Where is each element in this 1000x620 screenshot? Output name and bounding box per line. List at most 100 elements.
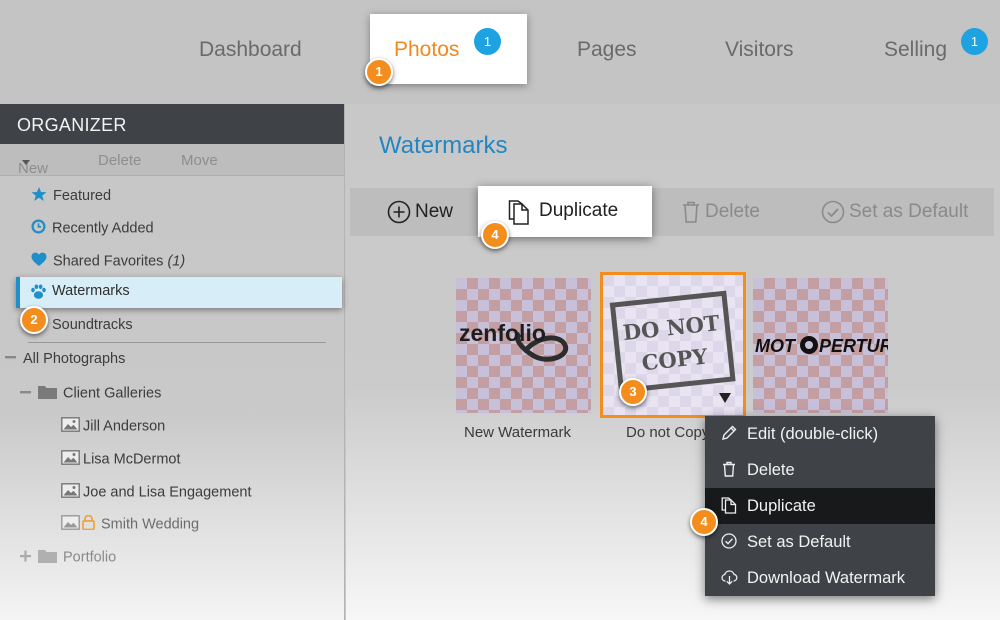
- step-callout-4-menu: 4: [690, 508, 718, 536]
- toolbar-label: New: [415, 201, 454, 223]
- sidebar-item-soundtracks[interactable]: Soundtracks: [52, 317, 133, 333]
- organizer-actions: New Delete Move: [0, 144, 344, 177]
- toolbar-label: Duplicate: [539, 200, 619, 221]
- check-circle-icon: [821, 200, 849, 224]
- tree-label: Smith Wedding: [101, 516, 200, 533]
- tab-selling[interactable]: Selling: [884, 38, 947, 62]
- trash-icon: [723, 461, 735, 477]
- toolbar-label: Delete: [705, 201, 760, 223]
- tree-gallery-joe-and-lisa-engagement[interactable]: Joe and Lisa Engagement: [61, 483, 252, 502]
- stamp-text-line2: COPY: [640, 343, 709, 375]
- sidebar-item-shared-favorites[interactable]: Shared Favorites (1): [31, 252, 185, 271]
- zenfolio-logo: zenfolio: [459, 320, 569, 362]
- tab-pages[interactable]: Pages: [577, 38, 637, 62]
- step-callout-2: 2: [20, 306, 48, 334]
- gallery-image-icon: [61, 417, 80, 436]
- menu-item-edit[interactable]: Edit (double-click): [705, 416, 935, 452]
- tree-gallery-jill-anderson[interactable]: Jill Anderson: [61, 417, 165, 436]
- plus-circle-icon: [387, 200, 415, 224]
- menu-item-label: Delete: [747, 461, 795, 479]
- shared-favorites-count: (1): [167, 253, 186, 270]
- zenfolio-logo-text: zenfolio: [459, 320, 546, 346]
- toolbar-label: Set as Default: [849, 201, 969, 223]
- tree-label: Joe and Lisa Engagement: [83, 484, 252, 501]
- lock-icon: [82, 514, 95, 534]
- collapse-icon[interactable]: [5, 351, 17, 367]
- tree-all-photographs[interactable]: All Photographs: [5, 351, 125, 367]
- tree-gallery-smith-wedding[interactable]: Smith Wedding: [61, 514, 200, 534]
- watermark-label-new-watermark: New Watermark: [464, 424, 571, 441]
- gallery-image-icon: [61, 450, 80, 469]
- organizer-delete-button[interactable]: Delete: [98, 152, 141, 169]
- sidebar-item-label: Recently Added: [52, 220, 154, 237]
- tab-photos[interactable]: Photos: [370, 14, 527, 84]
- organizer-move-button[interactable]: Move: [181, 152, 218, 169]
- motoperture-text-a: MOT: [755, 336, 797, 356]
- menu-item-label: Download Watermark: [747, 569, 906, 587]
- stamp-text-line1: DO NOT: [622, 310, 721, 345]
- sidebar-item-featured[interactable]: Featured: [31, 186, 111, 206]
- organizer-header: ORGANIZER: [0, 104, 344, 144]
- delete-watermark-button[interactable]: Delete: [681, 200, 760, 224]
- step-callout-4-toolbar: 4: [481, 221, 509, 249]
- clock-icon: [31, 219, 46, 238]
- folder-icon: [38, 384, 57, 403]
- menu-item-label: Set as Default: [747, 533, 851, 551]
- star-icon: [31, 186, 47, 206]
- photos-count-badge: 1: [474, 28, 501, 55]
- menu-item-set-default[interactable]: Set as Default: [705, 524, 935, 560]
- motoperture-text-b: PERTURE: [819, 336, 888, 356]
- watermark-toolbar: New Delete Set as Default: [350, 188, 994, 236]
- paw-icon: [30, 284, 47, 305]
- tree-gallery-lisa-mcdermot[interactable]: Lisa McDermot: [61, 450, 181, 469]
- top-navigation: Dashboard Photos 1 Pages Visitors Sellin…: [0, 0, 1000, 104]
- cloud-download-icon: [721, 570, 738, 585]
- selling-count-badge: 1: [961, 28, 988, 55]
- tree-label: All Photographs: [23, 351, 126, 367]
- tree-portfolio[interactable]: Portfolio: [20, 548, 116, 567]
- step-callout-3: 3: [619, 378, 647, 406]
- sidebar-item-watermarks[interactable]: Watermarks: [16, 277, 342, 308]
- caret-down-icon: [22, 160, 30, 165]
- tree-label: Jill Anderson: [83, 418, 166, 435]
- tree-client-galleries[interactable]: Client Galleries: [20, 384, 161, 403]
- watermark-context-menu: Edit (double-click) Delete Duplicate Set…: [705, 416, 935, 596]
- menu-item-label: Edit (double-click): [747, 425, 879, 443]
- tree-label: Lisa McDermot: [83, 451, 181, 468]
- sidebar-item-label: Soundtracks: [52, 317, 133, 333]
- expand-icon[interactable]: [20, 550, 32, 566]
- tab-visitors[interactable]: Visitors: [725, 38, 793, 62]
- organizer-sidebar: ORGANIZER New Delete Move Featured Recen…: [0, 104, 345, 620]
- dropdown-arrow-icon[interactable]: [719, 393, 731, 403]
- watermark-label-do-not-copy: Do not Copy: [626, 424, 710, 441]
- tree-label: Portfolio: [63, 549, 117, 566]
- menu-item-duplicate[interactable]: Duplicate: [705, 488, 935, 524]
- heart-icon: [31, 252, 47, 271]
- duplicate-icon: [721, 497, 737, 514]
- page-title: Watermarks: [379, 132, 508, 159]
- gallery-image-icon: [61, 483, 80, 502]
- new-watermark-button[interactable]: New: [387, 200, 453, 224]
- sidebar-item-label: Featured: [53, 187, 112, 204]
- trash-icon: [681, 201, 705, 223]
- tree-label: Client Galleries: [63, 385, 162, 402]
- set-default-button[interactable]: Set as Default: [821, 200, 968, 224]
- menu-item-label: Duplicate: [747, 497, 816, 515]
- motoperture-logo: MOT PERTURE: [755, 336, 906, 356]
- tab-dashboard[interactable]: Dashboard: [199, 38, 302, 62]
- menu-item-delete[interactable]: Delete: [705, 452, 935, 488]
- duplicate-icon: [508, 200, 530, 230]
- watermark-thumbnail-new-watermark[interactable]: zenfolio: [456, 278, 591, 413]
- watermark-thumbnail-motoperture[interactable]: MOT PERTURE: [753, 278, 906, 413]
- check-circle-icon: [721, 533, 737, 549]
- folder-icon: [38, 548, 57, 567]
- tab-photos-label: Photos: [394, 38, 460, 61]
- gallery-image-icon: [61, 515, 80, 534]
- sidebar-item-recently-added[interactable]: Recently Added: [31, 219, 154, 238]
- sidebar-item-label: Watermarks: [52, 283, 130, 299]
- sidebar-divider: [28, 342, 326, 343]
- menu-item-download[interactable]: Download Watermark: [705, 560, 935, 596]
- step-callout-1: 1: [365, 58, 393, 86]
- collapse-icon[interactable]: [20, 386, 32, 402]
- sidebar-item-label: Shared Favorites: [53, 253, 164, 270]
